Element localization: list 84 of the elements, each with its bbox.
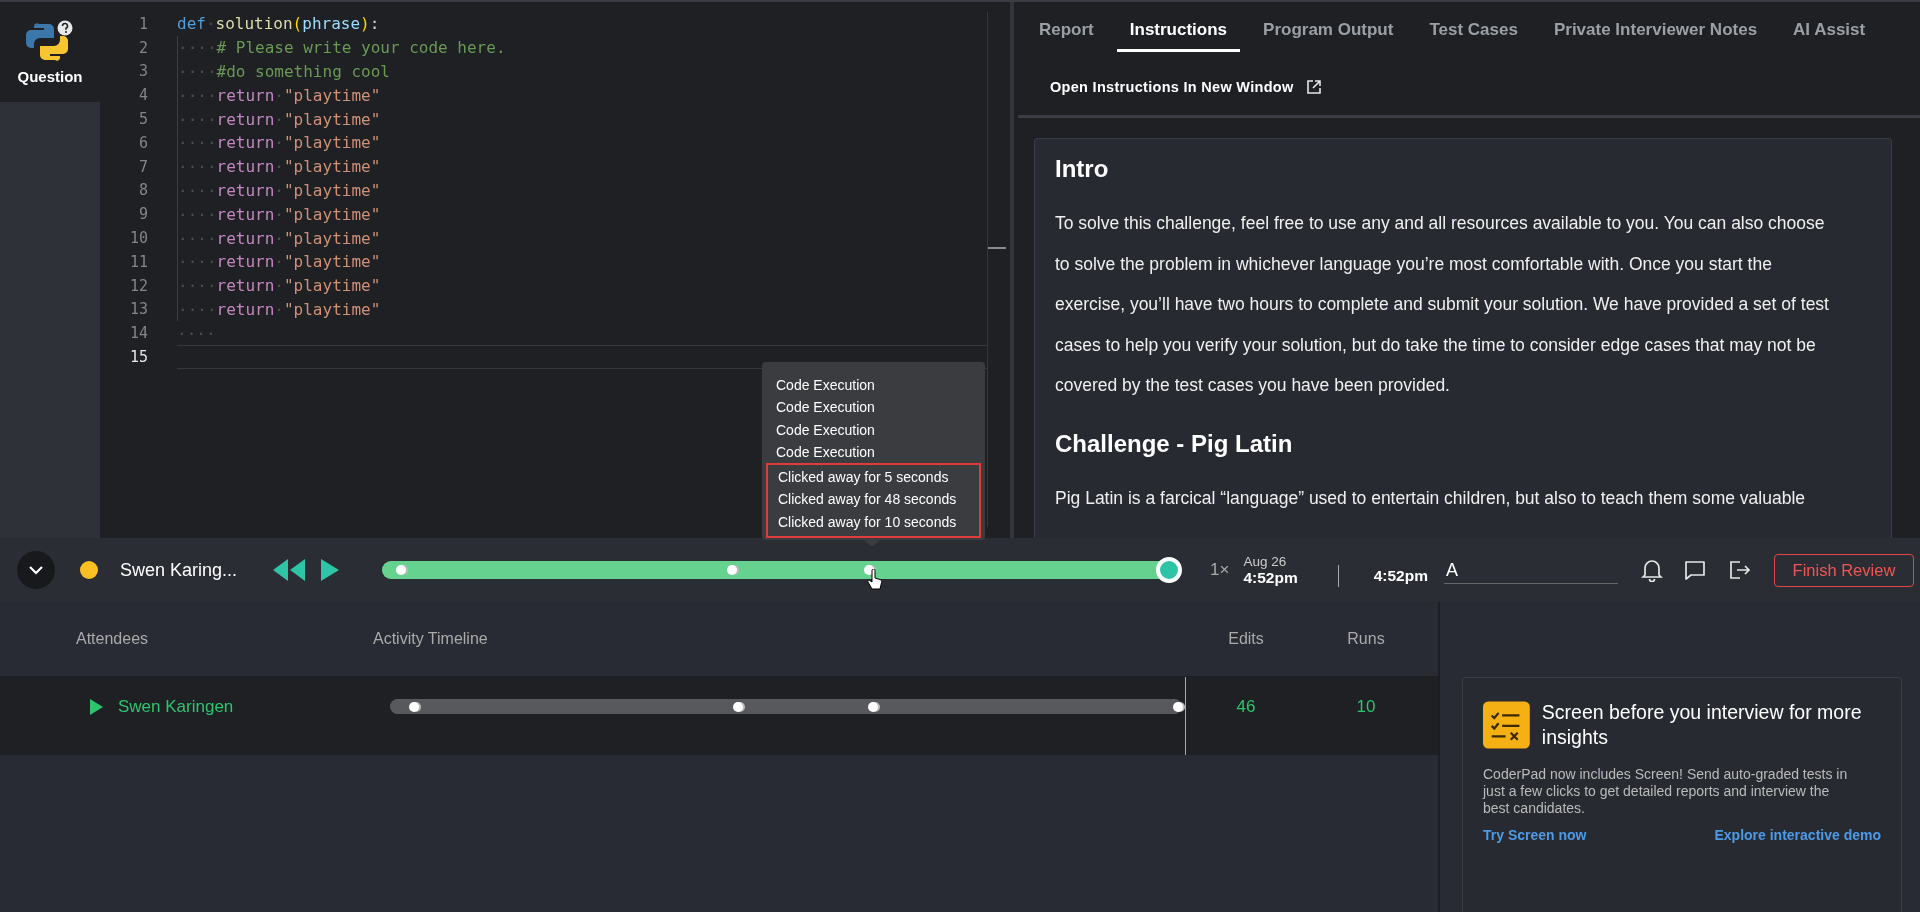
attendee-row[interactable]: Swen Karingen 46 10 [0, 677, 1438, 755]
start-time: 4:52pm [1243, 568, 1298, 587]
line-number: 3 [137, 62, 148, 81]
section-heading: Intro [1055, 155, 1110, 183]
event-marker-icon[interactable] [396, 565, 407, 575]
collapse-button[interactable] [17, 551, 55, 589]
finish-review-button[interactable]: Finish Review [1773, 553, 1914, 587]
event-item: Code Execution [776, 398, 876, 418]
play-icon[interactable] [90, 699, 103, 715]
column-header: Runs [1346, 630, 1386, 648]
end-time: 4:52pm [1373, 567, 1428, 585]
play-icon[interactable] [320, 558, 340, 582]
paragraph: To solve this challenge, feel free to use any and all resources available to you. You can also choose to solve the problem in whichever language you’re most comfortable with. Once you start the exercise, you’ll have two hours to complete and submit your solution. We have provided a set of test cases to help you verify your solution, but do take the time to consider edge cases that may not be covered by the test cases you have been provided. [1055, 212, 1830, 397]
speed-label[interactable]: 1× [1210, 560, 1230, 580]
event-marker-icon [868, 701, 879, 712]
tab[interactable]: AI Assist [1780, 16, 1879, 52]
line-number: 8 [137, 181, 148, 200]
line-number: 10 [128, 229, 148, 248]
chat-icon[interactable] [1682, 558, 1707, 582]
python-icon [25, 19, 75, 64]
event-marker-icon [408, 701, 419, 712]
promo-link[interactable]: Try Screen now [1483, 827, 1587, 843]
event-marker-icon [1173, 701, 1183, 712]
line-number: 9 [137, 205, 148, 224]
event-marker-icon[interactable] [726, 565, 737, 575]
line-number: 4 [137, 86, 148, 105]
bell-icon[interactable] [1640, 558, 1663, 582]
line-number: 6 [137, 133, 148, 152]
event-item: Clicked away for 10 seconds [778, 512, 958, 532]
open-window-link[interactable]: Open Instructions In New Window [1050, 79, 1294, 95]
line-number: 14 [128, 324, 148, 343]
event-item: Clicked away for 5 seconds [778, 468, 950, 488]
chevron-down-icon[interactable] [29, 565, 43, 575]
promo-title: Screen before you interview for more insights [1541, 700, 1863, 750]
pointer-cursor-icon [866, 569, 883, 591]
edits-count: 46 [1235, 696, 1257, 717]
line-number: 2 [137, 38, 148, 57]
event-marker-icon [733, 701, 744, 712]
event-item: Code Execution [776, 420, 876, 440]
promo-text: CoderPad now includes Screen! Send auto-graded tests in just a few clicks to get detailed reports and interview the best candidates. [1483, 766, 1849, 817]
attendee-name: Swen Karing... [120, 559, 239, 581]
code-line: def·solution(phrase): [177, 14, 380, 34]
promo-link[interactable]: Explore interactive demo [1714, 827, 1881, 843]
event-item: Code Execution [776, 442, 876, 462]
tab[interactable]: Private Interviewer Notes [1540, 16, 1771, 52]
line-number: 5 [137, 110, 148, 129]
line-number: 12 [128, 276, 148, 295]
attendee-name: Swen Karingen [118, 697, 234, 717]
code-line: ····# Please write your code here. [178, 38, 506, 58]
tab[interactable]: Program Output [1250, 16, 1407, 52]
code-line: ····return·"playtime" [178, 276, 381, 296]
code-line: ····return·"playtime" [178, 180, 381, 200]
date-label: Aug 26 [1243, 553, 1288, 569]
rewind-icon[interactable] [272, 558, 306, 582]
code-line: ····#do something cool [178, 62, 390, 81]
paragraph: Pig Latin is a farcical “language” used to entertain children, but also to teach them some valuable [1055, 486, 1807, 510]
section-heading: Challenge - Pig Latin [1055, 429, 1294, 458]
line-number: 15 [128, 348, 148, 367]
code-line: ····return·"playtime" [178, 133, 381, 153]
code-line: ····return·"playtime" [178, 204, 381, 224]
timeline-handle[interactable] [1156, 557, 1182, 583]
question-tab[interactable]: Question [0, 2, 100, 102]
external-link-icon[interactable] [1305, 79, 1322, 95]
tab[interactable]: Instructions [1116, 16, 1241, 52]
code-line: ····return·"playtime" [178, 252, 381, 272]
event-item: Clicked away for 48 seconds [778, 490, 958, 510]
code-line: ····return·"playtime" [178, 109, 381, 129]
line-number: 11 [128, 252, 148, 271]
code-line: ····return·"playtime" [178, 299, 381, 319]
column-header: Edits [1227, 630, 1265, 648]
column-header: Activity Timeline [373, 630, 489, 648]
tab[interactable]: Report [1026, 16, 1107, 52]
runs-count: 10 [1355, 696, 1377, 717]
code-line: ····return·"playtime" [178, 157, 381, 177]
code-line: ····return·"playtime" [178, 85, 381, 105]
event-item: Code Execution [776, 376, 876, 395]
column-header: Attendees [75, 630, 150, 648]
tab[interactable]: Test Cases [1416, 16, 1531, 52]
code-line: ···· [177, 323, 216, 343]
line-number: 1 [137, 14, 148, 33]
text-field[interactable]: A [1443, 558, 1618, 584]
code-line: ····return·"playtime" [178, 228, 381, 248]
line-number: 7 [137, 157, 148, 176]
line-number: 13 [128, 300, 148, 319]
